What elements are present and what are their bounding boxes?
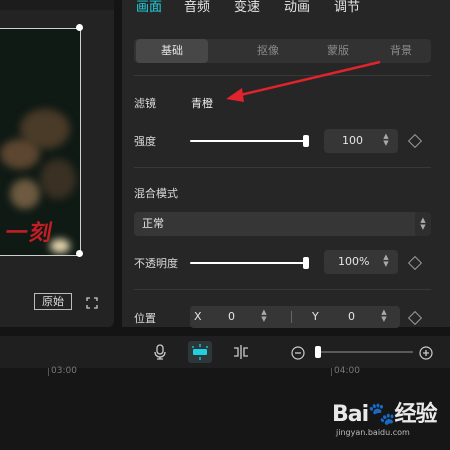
zoom-out-icon[interactable] [291,345,305,364]
strength-label: 强度 [134,135,156,148]
preview-topbar [0,0,114,10]
strength-slider-knob[interactable] [303,135,309,147]
stepper-icon[interactable]: ▲ ▼ [380,309,388,325]
tab-picture[interactable]: 画面 [136,0,162,15]
strength-slider-track[interactable] [190,140,306,142]
timeline-tick [331,368,332,376]
divider [134,167,431,168]
position-y-label: Y [312,310,319,323]
opacity-value: 100% [338,255,370,268]
resize-handle-bottom-right[interactable] [76,250,83,257]
blend-mode-label: 混合模式 [134,187,178,200]
fullscreen-icon[interactable] [86,294,98,309]
position-x-value[interactable]: 0 [228,310,235,323]
tab-speed[interactable]: 变速 [234,0,260,15]
stepper-icon[interactable]: ▲ ▼ [382,254,390,270]
position-label: 位置 [134,312,156,325]
divider [134,289,431,290]
opacity-input[interactable]: 100% ▲ ▼ [324,250,398,274]
microphone-icon[interactable] [154,344,166,364]
position-inputs: X 0 ▲ ▼ Y 0 ▲ ▼ [190,306,400,328]
timeline-tick [48,368,49,376]
chevron-updown-icon[interactable]: ▲ ▼ [415,212,431,236]
baidu-jingyan-watermark: Bai🐾经验 jingyan.baidu.com [332,396,450,446]
tab-adjust[interactable]: 调节 [334,0,360,15]
video-canvas[interactable]: 一刻 [0,28,81,256]
strength-value: 100 [342,134,363,147]
position-x-label: X [194,310,202,323]
timeline-tick-label: 03:00 [51,366,77,376]
timeline-tick-label: 04:00 [334,366,360,376]
watermark-brand: Bai🐾经验 [332,402,438,427]
zoom-slider-knob[interactable] [315,346,321,358]
annotation-arrow [226,60,381,102]
blend-mode-select[interactable]: 正常 ▲ ▼ [134,212,431,236]
opacity-slider-knob[interactable] [303,257,309,269]
resize-handle-top-right[interactable] [76,24,83,31]
position-y-value[interactable]: 0 [348,310,355,323]
filter-value[interactable]: 青橙 [191,95,213,111]
tab-animation[interactable]: 动画 [284,0,310,15]
zoom-slider-track[interactable] [317,351,413,353]
stepper-icon[interactable]: ▲ ▼ [382,133,390,149]
watermark-url: jingyan.baidu.com [336,428,410,437]
opacity-slider-track[interactable] [190,262,306,264]
filter-label: 滤镜 [134,97,156,110]
subtab-basic[interactable]: 基础 [136,39,208,63]
video-caption-text: 一刻 [3,220,56,246]
zoom-in-icon[interactable] [419,345,433,364]
blend-mode-value: 正常 [142,217,164,230]
opacity-label: 不透明度 [134,257,178,270]
tab-audio[interactable]: 音频 [184,0,210,15]
auto-snap-icon[interactable] [188,341,212,363]
stepper-icon[interactable]: ▲ ▼ [260,309,268,325]
split-clip-icon[interactable] [232,344,250,364]
aspect-ratio-original-button[interactable]: 原始 [34,293,72,310]
strength-input[interactable]: 100 ▲ ▼ [324,129,398,153]
divider [291,311,292,323]
